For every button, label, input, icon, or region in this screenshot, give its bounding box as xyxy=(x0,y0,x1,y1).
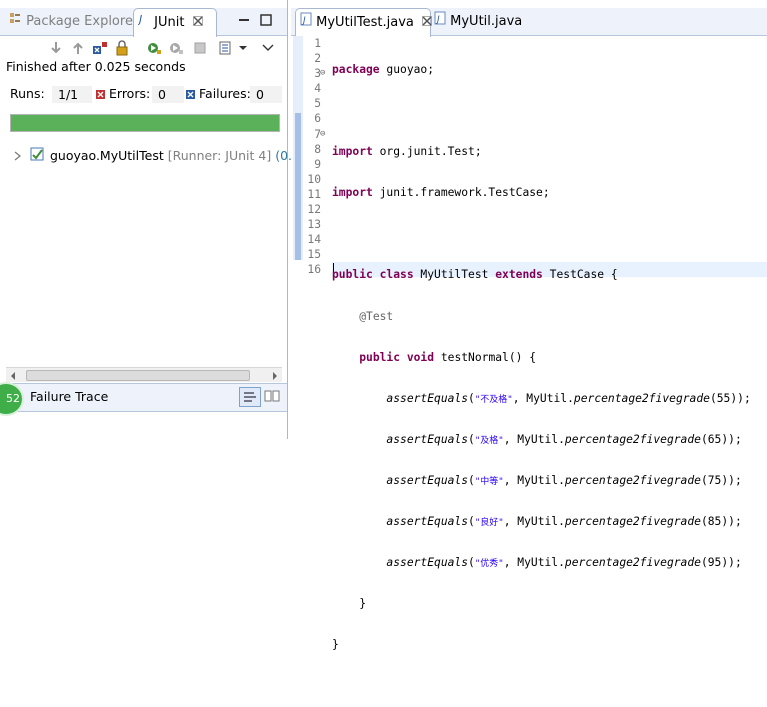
line-number: 13 xyxy=(307,218,321,232)
fold-toggle-icon[interactable]: ⊖ xyxy=(320,127,325,142)
history-dropdown-icon[interactable] xyxy=(238,42,254,58)
tab-label: Package Explorer xyxy=(26,14,139,29)
maximize-icon[interactable] xyxy=(260,14,272,29)
history-icon[interactable] xyxy=(218,40,234,56)
line-number: 3 xyxy=(314,67,321,81)
code-line-8: public void testNormal() { xyxy=(359,350,537,364)
code-line-9: assertEquals("不及格", MyUtil.percentage2fi… xyxy=(386,391,751,405)
line-number: 1 xyxy=(314,37,321,50)
filter-stack-icon[interactable] xyxy=(239,387,261,407)
folding-ruler: ⊖ ⊖ xyxy=(320,36,325,142)
code-line-6: public class MyUtilTest extends TestCase… xyxy=(332,268,618,282)
test-tree-item[interactable]: guoyao.MyUtilTest [Runner: JUnit 4] (0.0… xyxy=(14,146,305,164)
code-line-1: package guoyao; xyxy=(332,63,435,76)
line-number: 4 xyxy=(314,82,321,96)
code-line-11: assertEquals("中等", MyUtil.percentage2fiv… xyxy=(386,473,742,487)
errors-label: Errors: xyxy=(109,86,151,101)
line-number: 7 xyxy=(314,127,321,141)
line-number: 5 xyxy=(314,97,321,111)
junit-toolbar xyxy=(0,36,287,60)
rerun-failed-icon[interactable] xyxy=(168,40,184,56)
tab-label: MyUtilTest.java xyxy=(316,15,414,30)
java-file-icon: J xyxy=(434,8,446,35)
runs-value: 1/1 xyxy=(52,86,92,103)
scrollbar-thumb[interactable] xyxy=(26,370,250,381)
failures-value: 0 xyxy=(250,86,282,103)
stop-icon[interactable] xyxy=(192,40,208,56)
code-line-14: } xyxy=(359,597,367,611)
minimize-icon[interactable] xyxy=(238,14,250,29)
show-failures-only-icon[interactable] xyxy=(92,40,108,56)
runs-label: Runs: xyxy=(10,86,45,101)
junit-icon: J xyxy=(137,9,150,36)
progress-fill xyxy=(11,115,279,131)
code-line-12: assertEquals("良好", MyUtil.percentage2fiv… xyxy=(386,515,742,529)
line-number: 8 xyxy=(314,142,321,156)
code-line-15: } xyxy=(332,638,339,652)
fold-toggle-icon[interactable]: ⊖ xyxy=(320,66,325,81)
line-number: 12 xyxy=(307,203,321,217)
left-tab-bar: Package Explorer J JUnit xyxy=(0,8,287,37)
failures-label: Failures: xyxy=(199,86,251,101)
svg-text:J: J xyxy=(138,13,142,26)
counters-row: Runs: 1/1 Errors: 0 Failures: 0 xyxy=(6,84,282,106)
line-number: 9 xyxy=(314,157,321,171)
failure-trace-label: Failure Trace xyxy=(30,389,109,404)
java-file-icon: J xyxy=(300,9,312,36)
tab-myutil-java[interactable]: J MyUtil.java xyxy=(434,8,522,35)
code-line-13: assertEquals("优秀", MyUtil.percentage2fiv… xyxy=(386,556,742,570)
tab-label: JUnit xyxy=(154,15,185,30)
line-number: 14 xyxy=(307,233,321,247)
errors-value: 0 xyxy=(152,86,184,103)
next-failure-icon[interactable] xyxy=(48,40,64,56)
package-explorer-icon xyxy=(8,8,22,35)
code-editor[interactable]: package guoyao; import org.junit.Test; i… xyxy=(332,36,751,707)
tab-package-explorer[interactable]: Package Explorer xyxy=(8,8,138,35)
close-icon[interactable] xyxy=(422,9,432,36)
horizontal-scrollbar[interactable] xyxy=(6,367,282,382)
line-number: 2 xyxy=(314,52,321,66)
tab-junit[interactable]: J JUnit xyxy=(133,8,217,37)
line-number: 11 xyxy=(307,187,321,201)
line-number: 15 xyxy=(307,248,321,262)
code-line-3: import org.junit.Test; xyxy=(332,145,482,159)
code-line-7: @Test xyxy=(359,309,394,323)
failure-trace-header: Failure Trace xyxy=(0,383,287,412)
error-icon xyxy=(96,88,106,103)
code-line-10: assertEquals("及格", MyUtil.percentage2fiv… xyxy=(386,432,742,446)
compare-icon[interactable] xyxy=(264,388,280,407)
run-status: Finished after 0.025 seconds xyxy=(6,59,186,74)
failure-icon xyxy=(186,88,196,103)
rerun-icon[interactable] xyxy=(146,40,162,56)
test-runner: [Runner: JUnit 4] xyxy=(167,148,272,163)
scroll-lock-icon[interactable] xyxy=(114,40,130,56)
line-number: 6 xyxy=(314,112,321,126)
line-number-ruler: 1 2 3 4 5 6 7 8 9 10 11 12 13 14 15 16 xyxy=(303,36,321,278)
change-marker xyxy=(295,113,301,260)
line-number: 16 xyxy=(307,263,321,277)
editor-tab-bar: J MyUtilTest.java J MyUtil.java xyxy=(291,8,767,37)
tab-myutiltest-java[interactable]: J MyUtilTest.java xyxy=(295,8,432,37)
scroll-right-icon[interactable] xyxy=(271,370,279,384)
tab-label: MyUtil.java xyxy=(450,14,523,29)
code-line-4: import junit.framework.TestCase; xyxy=(332,186,550,200)
line-number: 10 xyxy=(307,172,321,186)
test-class-icon xyxy=(30,146,46,167)
previous-failure-icon[interactable] xyxy=(70,40,86,56)
test-class-name: guoyao.MyUtilTest xyxy=(49,148,164,163)
progress-bar xyxy=(10,114,280,132)
view-menu-icon[interactable] xyxy=(262,42,278,58)
close-icon[interactable] xyxy=(192,9,203,36)
expand-icon[interactable] xyxy=(14,148,22,166)
